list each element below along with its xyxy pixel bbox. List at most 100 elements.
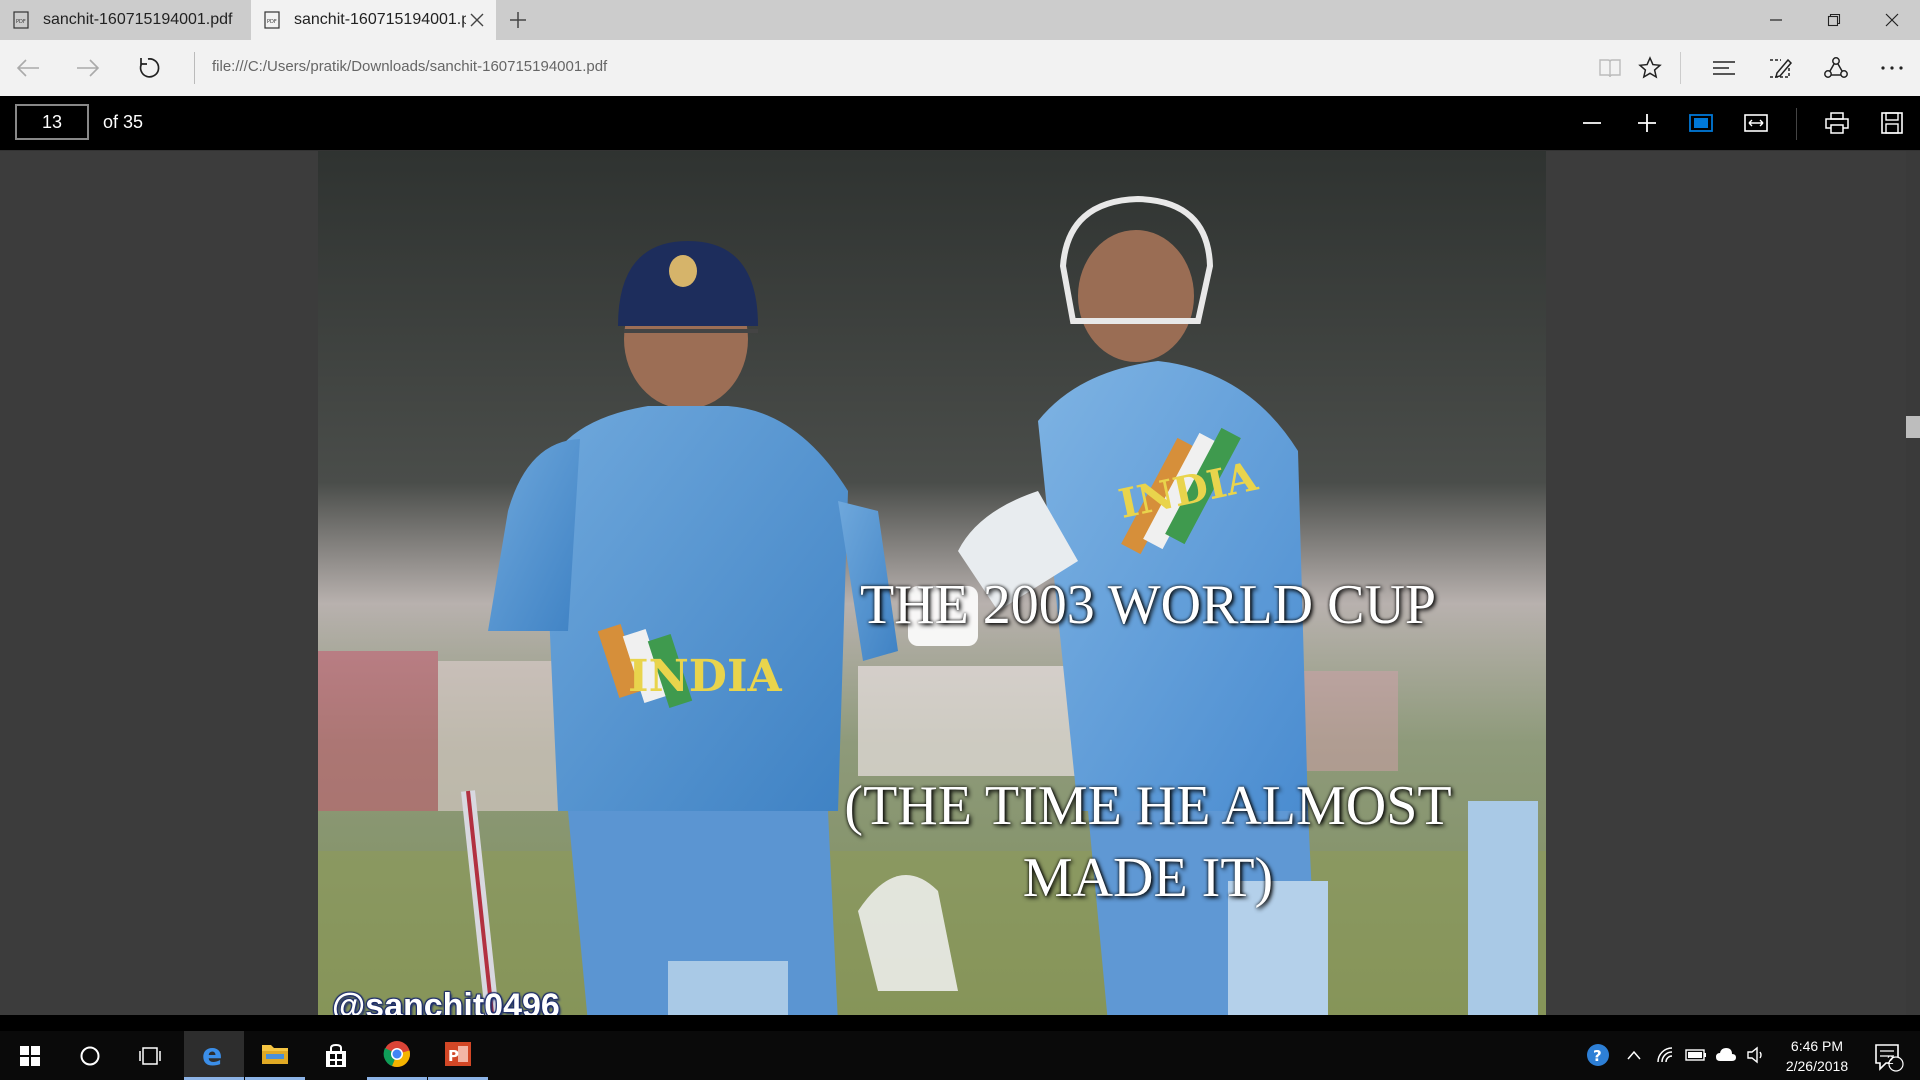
- start-button[interactable]: [0, 1031, 60, 1080]
- svg-text:?: ?: [1593, 1047, 1602, 1065]
- windows-taskbar: e P ? 6:46 PM 2/26/2018 2: [0, 1031, 1920, 1080]
- battery-tray[interactable]: [1684, 1043, 1708, 1067]
- speaker-icon: [1747, 1046, 1762, 1064]
- taskbar-file-explorer[interactable]: [245, 1031, 305, 1080]
- back-button[interactable]: [10, 50, 46, 86]
- chevron-up-icon: [1627, 1050, 1641, 1060]
- refresh-icon: [139, 58, 160, 78]
- share-button[interactable]: [1818, 50, 1854, 86]
- separator: [1680, 52, 1681, 84]
- address-field[interactable]: file:///C:/Users/pratik/Downloads/sanchi…: [212, 58, 607, 75]
- zoom-in-button[interactable]: [1629, 105, 1665, 141]
- svg-text:PDF: PDF: [16, 19, 26, 25]
- separator: [194, 52, 195, 84]
- fit-to-width-button[interactable]: [1738, 105, 1774, 141]
- book-icon: [1599, 59, 1621, 78]
- tab-strip: PDF sanchit-160715194001.pdf PDF sanchit…: [0, 0, 1920, 40]
- cloud-icon: [1716, 1048, 1736, 1061]
- slide-title: THE 2003 WORLD CUP: [859, 574, 1437, 636]
- minimize-button[interactable]: [1748, 0, 1804, 40]
- system-clock[interactable]: 6:46 PM 2/26/2018: [1776, 1036, 1858, 1076]
- store-bag-icon: [326, 1043, 346, 1067]
- powerpoint-icon: P: [445, 1042, 471, 1066]
- zoom-out-button[interactable]: [1574, 105, 1610, 141]
- wifi-icon: [1657, 1047, 1673, 1063]
- close-window-button[interactable]: [1864, 0, 1920, 40]
- svg-text:e: e: [202, 1040, 222, 1068]
- restore-icon: [1827, 13, 1841, 27]
- cortana-button[interactable]: [60, 1031, 120, 1080]
- slide-subtitle-line1: (THE TIME HE ALMOST: [844, 775, 1452, 837]
- fit-page-icon: [1689, 114, 1713, 132]
- favorite-button[interactable]: [1632, 50, 1668, 86]
- hub-button[interactable]: [1706, 50, 1742, 86]
- author-watermark: @sanchit0496: [332, 987, 560, 1015]
- taskbar-edge[interactable]: e: [184, 1031, 244, 1080]
- separator: [1796, 108, 1797, 140]
- pdf-file-icon: PDF: [13, 11, 29, 29]
- new-tab-icon[interactable]: [508, 10, 528, 30]
- minus-icon: [1583, 122, 1601, 124]
- floppy-disk-icon: [1881, 112, 1903, 134]
- hub-lines-icon: [1713, 61, 1735, 75]
- slide-subtitle-line2: MADE IT): [1022, 847, 1274, 909]
- network-tray[interactable]: [1654, 1043, 1678, 1067]
- pdf-viewer[interactable]: INDIA INDIA THE 2003 WORLD CUP (THE TIME…: [0, 151, 1920, 1015]
- help-question-icon: ?: [1587, 1044, 1609, 1066]
- notification-count: 2: [1887, 1053, 1894, 1067]
- fit-to-page-button[interactable]: [1683, 105, 1719, 141]
- close-icon: [1885, 13, 1899, 27]
- arrow-right-icon: [77, 59, 100, 77]
- onedrive-tray[interactable]: [1714, 1043, 1738, 1067]
- pen-note-icon: [1770, 58, 1793, 79]
- close-tab-icon[interactable]: [468, 11, 486, 29]
- navigation-bar: file:///C:/Users/pratik/Downloads/sanchi…: [0, 40, 1920, 96]
- clock-time: 6:46 PM: [1790, 1038, 1844, 1054]
- battery-icon: [1685, 1049, 1706, 1061]
- svg-text:P: P: [448, 1047, 459, 1065]
- taskbar-chrome[interactable]: [367, 1031, 427, 1080]
- arrow-left-icon: [16, 59, 39, 77]
- fit-width-icon: [1744, 114, 1768, 132]
- restore-button[interactable]: [1806, 0, 1862, 40]
- task-view-icon: [139, 1046, 161, 1065]
- taskbar-store[interactable]: [306, 1031, 366, 1080]
- vertical-scrollbar[interactable]: [1906, 151, 1920, 1015]
- web-note-button[interactable]: [1762, 50, 1798, 86]
- svg-text:INDIA: INDIA: [628, 651, 783, 702]
- edge-browser-icon: e: [202, 1040, 222, 1068]
- volume-tray[interactable]: [1744, 1043, 1768, 1067]
- refresh-button[interactable]: [130, 50, 166, 86]
- more-dots-icon: [1881, 66, 1903, 70]
- help-tray-icon[interactable]: ?: [1586, 1043, 1610, 1067]
- chrome-icon: [383, 1041, 410, 1067]
- forward-button[interactable]: [70, 50, 106, 86]
- more-options-button[interactable]: [1874, 50, 1910, 86]
- browser-window: PDF sanchit-160715194001.pdf PDF sanchit…: [0, 0, 1920, 1080]
- task-view-button[interactable]: [120, 1031, 180, 1080]
- share-icon: [1824, 57, 1848, 78]
- show-hidden-icons[interactable]: [1622, 1043, 1646, 1067]
- tab-pdf-active[interactable]: PDF sanchit-160715194001.pdf: [251, 0, 496, 40]
- star-icon: [1638, 56, 1662, 79]
- reading-view-button[interactable]: [1592, 50, 1628, 86]
- printer-icon: [1825, 112, 1849, 134]
- plus-icon: [1638, 114, 1656, 132]
- windows-logo-icon: [20, 1045, 40, 1066]
- taskbar-powerpoint[interactable]: P: [428, 1031, 488, 1080]
- tab-title: sanchit-160715194001.pdf: [294, 11, 466, 28]
- print-button[interactable]: [1819, 105, 1855, 141]
- page-count-label: of 35: [103, 112, 144, 132]
- cortana-circle-icon: [80, 1046, 100, 1065]
- pdf-file-icon: PDF: [264, 11, 280, 29]
- tab-pdf-inactive[interactable]: PDF sanchit-160715194001.pdf: [0, 0, 249, 40]
- save-button[interactable]: [1874, 105, 1910, 141]
- page-number-input[interactable]: 13: [15, 104, 89, 140]
- vertical-scroll-thumb[interactable]: [1906, 416, 1920, 438]
- pdf-page: INDIA INDIA THE 2003 WORLD CUP (THE TIME…: [318, 151, 1546, 1015]
- svg-text:PDF: PDF: [267, 19, 277, 25]
- folder-icon: [262, 1045, 288, 1064]
- tab-title: sanchit-160715194001.pdf: [43, 11, 233, 28]
- minimize-icon: [1770, 19, 1782, 21]
- clock-date: 2/26/2018: [1785, 1058, 1849, 1074]
